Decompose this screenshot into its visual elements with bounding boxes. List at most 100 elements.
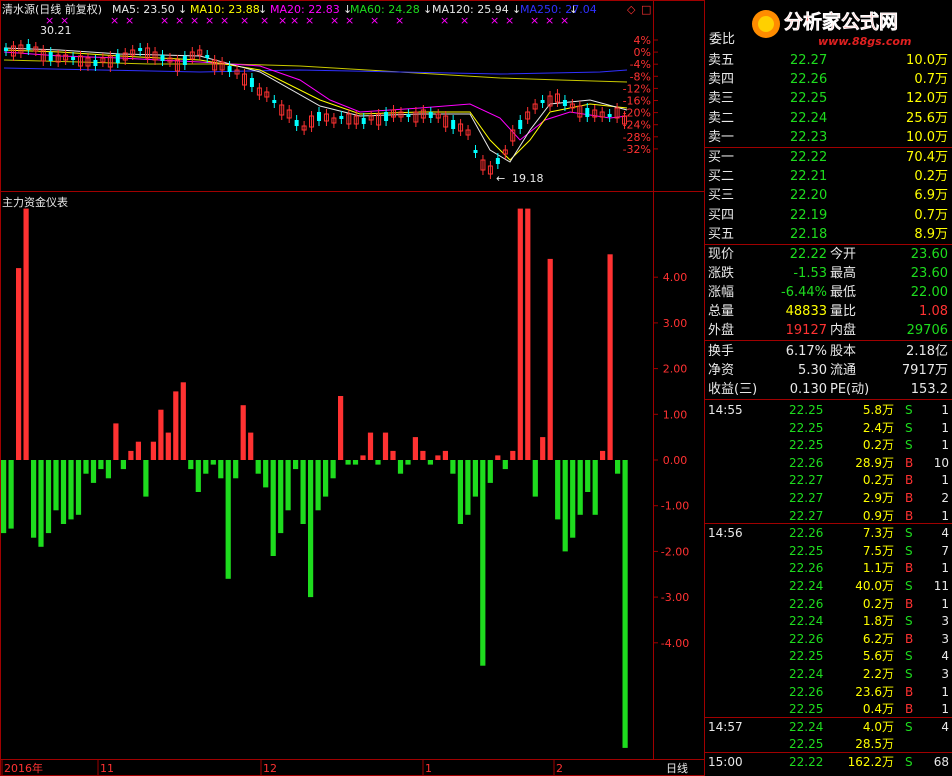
trade-tick-row: 22.26 28.9万 B 10	[705, 454, 952, 472]
indicator-bar	[487, 460, 493, 483]
tick-side: S	[905, 579, 913, 593]
stat-label: 外盘	[708, 323, 735, 338]
stock-title: 清水源(日线 前复权)	[2, 2, 102, 16]
percent-tick-label: -20%	[623, 107, 651, 120]
bid-row: 买二 22.21 0.2万	[705, 167, 952, 186]
indicator-tick-label: 0.00	[663, 454, 688, 467]
bid-row: 买三 22.20 6.9万	[705, 186, 952, 205]
tick-side: B	[905, 631, 914, 646]
stat-label: 量比	[830, 304, 857, 319]
quote-panel: 委比 卖五 22.27 10.0万 卖四 22.26 0.7万 卖三 22.25 12.0万 卖二…	[705, 0, 952, 776]
tick-side: S	[905, 614, 913, 629]
indicator-bar	[180, 382, 186, 460]
stat-value: 22.00	[910, 285, 948, 300]
fund-row: 换手 6.17% 股本 2.18亿	[705, 342, 952, 361]
indicator-bar	[83, 460, 89, 474]
indicator-bar	[165, 432, 171, 460]
tick-count: 1	[941, 473, 949, 488]
indicator-bar	[360, 455, 366, 460]
fund-row: 收益(三) 0.130 PE(动) 153.2	[705, 380, 952, 399]
tick-side: B	[905, 473, 914, 488]
indicator-bar	[105, 460, 111, 479]
diamond-icon[interactable]: ◇	[627, 3, 636, 16]
stat-value: 29706	[906, 323, 948, 338]
close-icon[interactable]: □	[641, 3, 651, 16]
tick-volume: 4.0万	[862, 719, 894, 734]
candlesticks	[4, 39, 628, 179]
stat-row: 总量 48833 量比 1.08	[705, 302, 952, 321]
indicator-bar	[420, 450, 426, 460]
ma120-label: MA120: 25.94	[432, 3, 509, 16]
indicator-bar	[23, 208, 29, 460]
tick-volume: 0.9万	[862, 508, 894, 523]
tick-count: 68	[933, 755, 949, 769]
indicator-bar	[173, 391, 179, 460]
stat-label: 最高	[830, 266, 857, 281]
ma20-label: MA20: 22.83	[270, 3, 340, 16]
fund-value: 7917万	[901, 363, 948, 378]
indicator-bar	[510, 450, 516, 460]
tick-count: 1	[941, 438, 949, 453]
tick-volume: 40.0万	[855, 579, 894, 593]
stat-value: -1.53	[793, 266, 827, 281]
bid-label: 买三	[708, 188, 735, 204]
tick-volume: 0.4万	[862, 702, 894, 717]
stat-value: 19127	[785, 323, 827, 338]
indicator-bar	[442, 450, 448, 460]
tick-price: 22.27	[789, 473, 824, 488]
date-axis: 2016年 11 12 1 2 日线	[1, 760, 688, 776]
trade-tick-row: 22.24 1.8万 S 3	[705, 612, 952, 630]
tick-side: S	[905, 526, 913, 541]
fund-label: 净资	[708, 363, 735, 378]
indicator-bar	[495, 455, 501, 460]
indicator-bar	[570, 460, 576, 538]
indicator-bar	[585, 460, 591, 492]
stat-label: 现价	[708, 247, 735, 262]
tick-count: 1	[941, 561, 949, 576]
tick-side: B	[905, 561, 914, 576]
trade-tick-row: 22.27 0.9万 B 1	[705, 507, 952, 525]
stat-row: 涨幅 -6.44% 最低 22.00	[705, 283, 952, 302]
indicator-bar	[75, 460, 82, 515]
fund-row: 净资 5.30 流通 7917万	[705, 361, 952, 380]
indicator-tick-label: -1.00	[661, 500, 689, 513]
tick-side: B	[905, 455, 914, 470]
indicator-bar	[382, 432, 389, 460]
date-label: 1	[425, 762, 432, 775]
trade-tick-row: 14:55 22.25 5.8万 S 1	[705, 401, 952, 419]
ask-volume: 0.7万	[914, 72, 948, 88]
tick-side: B	[905, 684, 914, 699]
tick-price: 22.26	[789, 561, 824, 576]
brand-logo: 分析家公式网 www.88gs.com	[752, 10, 911, 48]
divider	[705, 399, 952, 400]
ask-label: 卖一	[708, 129, 735, 145]
fund-value: 0.130	[789, 382, 827, 397]
tick-time: 14:57	[708, 719, 743, 734]
indicator-bar	[555, 460, 561, 520]
indicator-bar	[90, 460, 97, 483]
indicator-bar	[375, 460, 381, 465]
indicator-bar	[547, 258, 553, 460]
arrow-down-icon: ↓	[178, 3, 187, 16]
indicator-bar	[8, 460, 14, 529]
stat-value: 1.08	[919, 304, 948, 319]
fund-value: 5.30	[798, 363, 827, 378]
indicator-bar	[412, 437, 418, 460]
chart-area[interactable]: 4%0%-4%-8%-12%-16%-20%-24%-28%-32% × × × × ×…	[0, 0, 705, 776]
tick-count: 1	[941, 508, 949, 523]
tick-count: 1	[941, 702, 949, 717]
period-label[interactable]: 日线	[666, 761, 688, 775]
tick-price: 22.26	[789, 526, 824, 541]
tick-count: 3	[941, 614, 949, 629]
percent-tick-label: 0%	[634, 46, 651, 59]
trade-tick-row: 22.26 6.2万 B 3	[705, 630, 952, 648]
trade-tick-row: 22.25 5.6万 S 4	[705, 647, 952, 665]
tick-price: 22.27	[789, 491, 824, 505]
stat-row: 涨跌 -1.53 最高 23.60	[705, 264, 952, 283]
bid-row: 买四 22.19 0.7万	[705, 206, 952, 225]
tick-volume: 2.9万	[862, 491, 894, 505]
tick-volume: 0.2万	[862, 596, 894, 611]
stat-value: 23.60	[910, 247, 948, 262]
trade-tick-row: 14:56 22.26 7.3万 S 4	[705, 524, 952, 542]
trade-tick-row: 22.26 0.2万 B 1	[705, 595, 952, 613]
